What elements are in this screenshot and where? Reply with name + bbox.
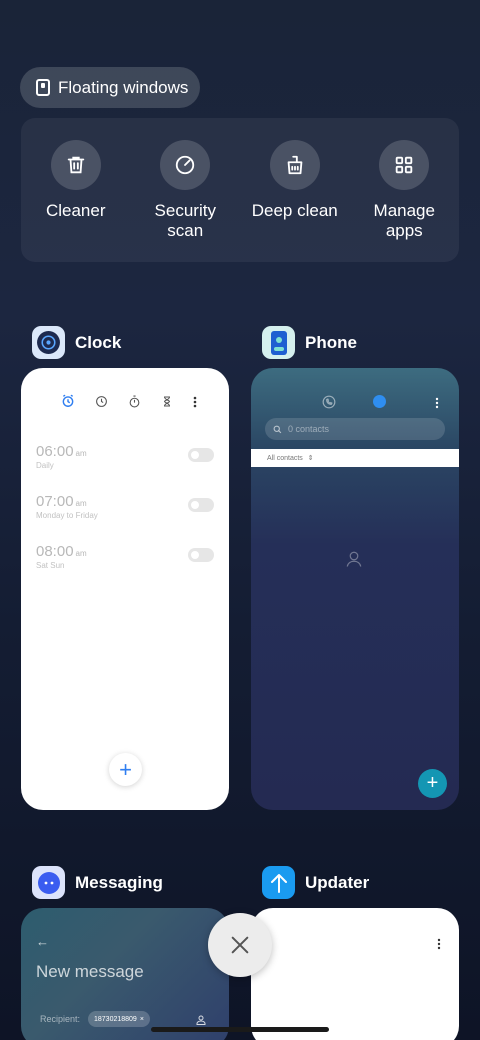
- messaging-app-header[interactable]: Messaging: [32, 866, 163, 899]
- alarm-time: 08:00: [36, 543, 74, 560]
- alarm-repeat: Monday to Friday: [36, 511, 98, 520]
- quick-tools-panel: Cleaner Security scan Deep clean Manage …: [21, 118, 459, 262]
- alarm-toggle[interactable]: [188, 498, 214, 512]
- cleaner-label: Cleaner: [45, 201, 106, 220]
- floating-windows-label: Floating windows: [58, 77, 189, 97]
- alarm-repeat: Daily: [36, 461, 54, 470]
- phone-app-icon: [262, 326, 295, 359]
- clock-tabs: [61, 394, 197, 413]
- phone-app-header[interactable]: Phone: [262, 326, 357, 359]
- contacts-filter[interactable]: All contacts ⇕: [251, 449, 459, 467]
- more-options-icon: [193, 395, 197, 413]
- deep-clean-button[interactable]: Deep clean: [240, 118, 350, 262]
- clock-app-name: Clock: [75, 332, 122, 352]
- deep-clean-icon: [269, 140, 320, 190]
- alarm-row[interactable]: 07:00 am Monday to Friday: [36, 493, 214, 520]
- messaging-app-name: Messaging: [75, 872, 163, 892]
- contacts-search-placeholder: 0 contacts: [288, 424, 330, 434]
- manage-apps-label: Manage apps: [373, 201, 435, 240]
- security-scan-label: Security scan: [154, 201, 216, 240]
- search-icon: [273, 425, 282, 433]
- deep-clean-label: Deep clean: [251, 201, 338, 220]
- timer-tab-icon: [161, 395, 173, 413]
- home-indicator[interactable]: [151, 1027, 329, 1032]
- security-scan-button[interactable]: Security scan: [131, 118, 241, 262]
- sort-icon: ⇕: [307, 455, 314, 462]
- clock-app-header[interactable]: Clock: [32, 326, 121, 359]
- updater-app-name: Updater: [305, 872, 370, 892]
- close-all-button[interactable]: [208, 913, 272, 977]
- alarm-toggle[interactable]: [188, 548, 214, 562]
- empty-contact-icon: [345, 550, 363, 573]
- floating-window-icon: [36, 79, 50, 96]
- recipient-chip[interactable]: 18730218809 ×: [88, 1011, 150, 1027]
- grid-icon: [379, 140, 430, 190]
- plus-icon: +: [119, 756, 132, 782]
- contacts-tab-icon: [373, 395, 386, 408]
- add-contact-button[interactable]: +: [418, 769, 447, 798]
- alarm-time: 07:00: [36, 493, 74, 510]
- back-arrow-icon: ←: [36, 934, 49, 949]
- add-alarm-button[interactable]: +: [109, 753, 142, 786]
- world-clock-tab-icon: [95, 395, 108, 413]
- contacts-filter-label: All contacts: [267, 454, 303, 462]
- messaging-app-preview[interactable]: ← New message Recipient: 18730218809 ×: [21, 908, 229, 1040]
- stopwatch-tab-icon: [128, 395, 141, 413]
- clock-app-icon: [32, 326, 65, 359]
- clock-app-preview[interactable]: 06:00 am Daily 07:00 am Monday to Friday 0…: [21, 368, 229, 810]
- updater-app-header[interactable]: Updater: [262, 866, 369, 899]
- more-options-icon: [435, 396, 439, 414]
- trash-icon: [50, 140, 101, 190]
- call-log-icon: [322, 395, 336, 414]
- plus-icon: +: [426, 772, 439, 794]
- alarm-row[interactable]: 06:00 am Daily: [36, 443, 214, 470]
- more-options-icon: [437, 937, 441, 955]
- phone-app-name: Phone: [305, 332, 357, 352]
- security-scan-icon: [160, 140, 211, 190]
- alarm-tab-icon: [61, 394, 75, 413]
- updater-app-icon: [262, 866, 295, 899]
- cleaner-button[interactable]: Cleaner: [21, 118, 131, 262]
- floating-windows-button[interactable]: Floating windows: [20, 67, 200, 108]
- recipient-number: 18730218809: [94, 1015, 137, 1023]
- alarm-time: 06:00: [36, 443, 74, 460]
- remove-recipient-icon: ×: [139, 1015, 144, 1023]
- alarm-toggle[interactable]: [188, 448, 214, 462]
- contacts-search-input[interactable]: 0 contacts: [265, 418, 445, 440]
- new-message-title: New message: [36, 962, 144, 981]
- alarm-repeat: Sat Sun: [36, 561, 65, 570]
- updater-app-preview[interactable]: [251, 908, 459, 1040]
- recipient-label: Recipient:: [40, 1014, 81, 1024]
- messaging-app-icon: [32, 866, 65, 899]
- close-icon: [231, 936, 249, 954]
- alarm-row[interactable]: 08:00 am Sat Sun: [36, 543, 214, 570]
- manage-apps-button[interactable]: Manage apps: [350, 118, 460, 262]
- phone-app-preview[interactable]: 0 contacts All contacts ⇕ +: [251, 368, 459, 810]
